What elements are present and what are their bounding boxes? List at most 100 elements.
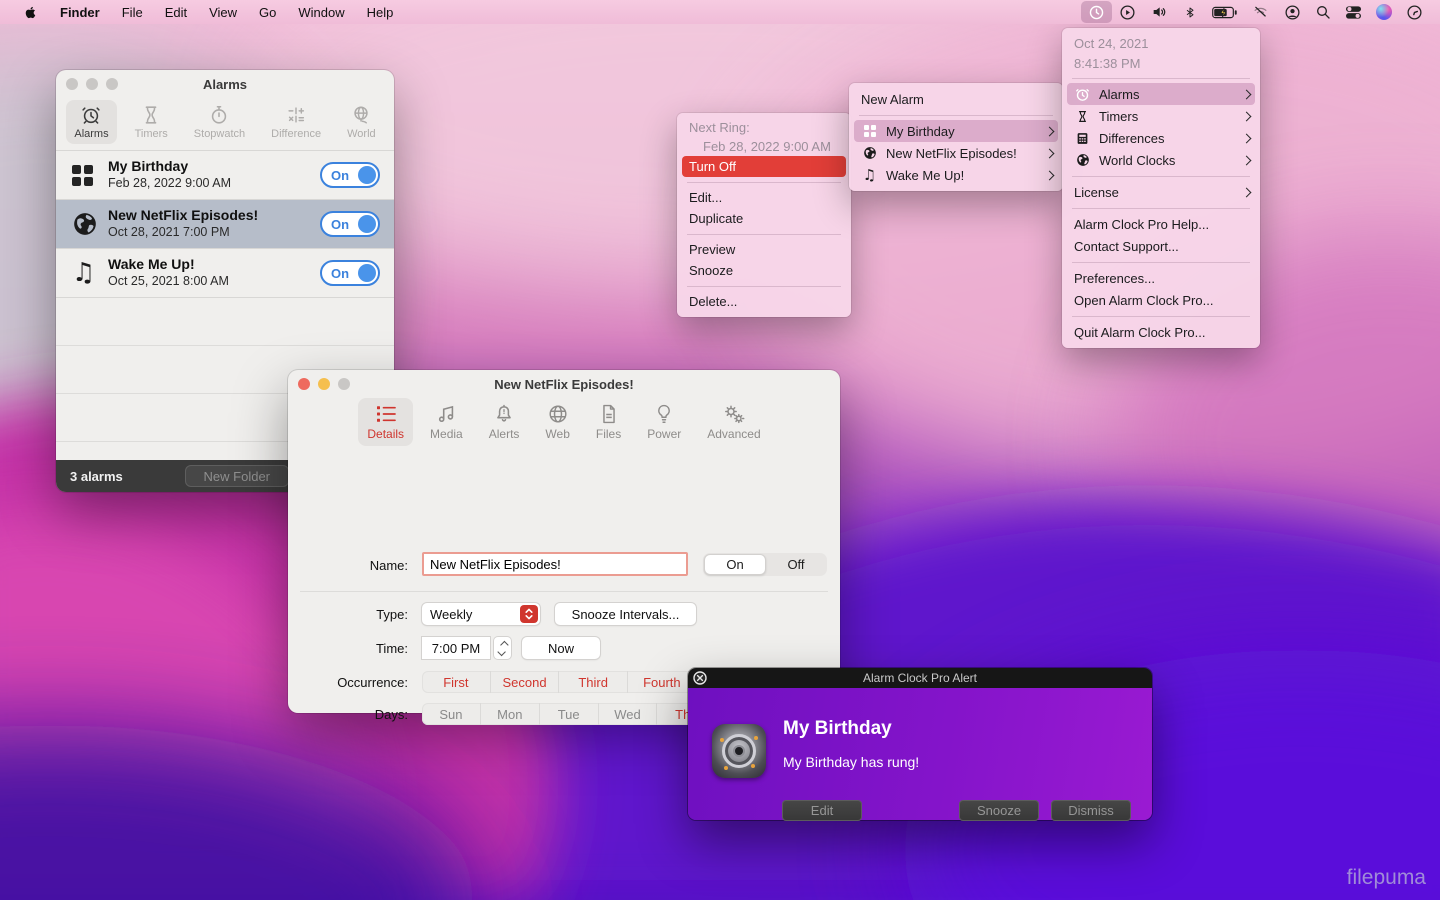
snooze-intervals-button[interactable]: Snooze Intervals...: [555, 603, 696, 625]
snooze-button[interactable]: Snooze: [959, 800, 1039, 821]
zoom-button[interactable]: [106, 78, 118, 90]
name-label: Name:: [369, 558, 408, 573]
zoom-button[interactable]: [338, 378, 350, 390]
menu-go[interactable]: Go: [248, 0, 287, 24]
menu-item-wake-me-up[interactable]: ♫ Wake Me Up!: [854, 164, 1058, 186]
alert-message: My Birthday has rung!: [783, 754, 920, 770]
apple-menu[interactable]: [12, 0, 49, 24]
tab-timers[interactable]: Timers: [127, 100, 176, 144]
name-input[interactable]: [422, 552, 688, 576]
chevron-right-icon: [1044, 126, 1055, 136]
occurrence-fourth[interactable]: Fourth: [627, 671, 696, 693]
volume-icon[interactable]: [1143, 1, 1175, 23]
tab-power[interactable]: Power: [638, 398, 690, 446]
days-label: Days:: [374, 707, 408, 722]
close-icon[interactable]: [693, 671, 707, 685]
search-icon[interactable]: [1308, 1, 1338, 23]
now-button[interactable]: Now: [522, 637, 600, 659]
wifi-off-icon[interactable]: [1244, 1, 1277, 23]
menu-item-differences[interactable]: Differences: [1067, 127, 1255, 149]
off-segment[interactable]: Off: [766, 554, 826, 575]
alarm-date: Feb 28, 2022 9:00 AM: [108, 175, 232, 190]
new-folder-button[interactable]: New Folder: [184, 465, 289, 487]
alarm-clock-menu-icon[interactable]: [1081, 1, 1112, 23]
close-button[interactable]: [66, 78, 78, 90]
menu-item-help[interactable]: Alarm Clock Pro Help...: [1062, 213, 1260, 235]
menu-item-preferences[interactable]: Preferences...: [1062, 267, 1260, 289]
menu-item-license[interactable]: License: [1062, 181, 1260, 203]
menu-item-world-clocks[interactable]: World Clocks: [1067, 149, 1255, 171]
tab-files[interactable]: Files: [587, 398, 630, 446]
menu-item-turn-off[interactable]: Turn Off: [682, 156, 846, 177]
clock-face-icon[interactable]: [1399, 1, 1430, 23]
menu-item-quit[interactable]: Quit Alarm Clock Pro...: [1062, 321, 1260, 343]
alarm-row-wake-me-up[interactable]: ♫ Wake Me Up! Oct 25, 2021 8:00 AM On: [56, 249, 394, 298]
tab-label: Advanced: [707, 427, 761, 441]
menu-item-preview[interactable]: Preview: [677, 239, 851, 260]
alert-titlebar[interactable]: Alarm Clock Pro Alert: [688, 668, 1152, 688]
type-popup[interactable]: Weekly: [422, 603, 540, 625]
tab-alarms[interactable]: Alarms: [66, 100, 117, 144]
minimize-button[interactable]: [318, 378, 330, 390]
tab-details[interactable]: Details: [358, 398, 414, 446]
globe-icon: [861, 146, 878, 160]
day-wed[interactable]: Wed: [597, 703, 657, 725]
toggle-knob: [358, 264, 376, 282]
menu-item-snooze[interactable]: Snooze: [677, 260, 851, 281]
tab-web[interactable]: Web: [536, 398, 578, 446]
alarm-row-netflix[interactable]: New NetFlix Episodes! Oct 28, 2021 7:00 …: [56, 200, 394, 249]
dismiss-button[interactable]: Dismiss: [1051, 800, 1131, 821]
time-stepper[interactable]: [494, 637, 511, 659]
tab-alerts[interactable]: Alerts: [480, 398, 529, 446]
menu-item-new-alarm[interactable]: New Alarm: [849, 88, 1063, 110]
battery-charging-icon[interactable]: [1205, 1, 1244, 23]
menu-file[interactable]: File: [111, 0, 154, 24]
close-button[interactable]: [298, 378, 310, 390]
tab-difference[interactable]: Difference: [263, 100, 329, 144]
menu-finder[interactable]: Finder: [49, 0, 111, 24]
menu-item-new-netflix[interactable]: New NetFlix Episodes!: [854, 142, 1058, 164]
occurrence-third[interactable]: Third: [558, 671, 627, 693]
tab-world[interactable]: World: [339, 100, 384, 144]
play-circle-icon[interactable]: [1112, 1, 1143, 23]
onoff-segmented[interactable]: On Off: [703, 553, 827, 576]
alarm-toggle[interactable]: On: [320, 162, 380, 188]
menu-separator: [859, 114, 1053, 116]
menu-item-edit[interactable]: Edit...: [677, 187, 851, 208]
siri-icon[interactable]: [1369, 1, 1399, 23]
bluetooth-icon[interactable]: [1175, 1, 1205, 23]
tab-stopwatch[interactable]: Stopwatch: [186, 100, 253, 144]
tab-advanced[interactable]: Advanced: [698, 398, 769, 446]
time-field[interactable]: 7:00 PM: [422, 637, 490, 659]
menu-edit[interactable]: Edit: [154, 0, 198, 24]
menu-item-timers[interactable]: Timers: [1067, 105, 1255, 127]
day-mon[interactable]: Mon: [479, 703, 539, 725]
alarm-toggle[interactable]: On: [320, 211, 380, 237]
alarm-toggle[interactable]: On: [320, 260, 380, 286]
tab-media[interactable]: Media: [421, 398, 472, 446]
edit-button[interactable]: Edit: [782, 800, 862, 821]
user-circle-icon[interactable]: [1277, 1, 1308, 23]
alarm-date: Oct 25, 2021 8:00 AM: [108, 273, 229, 288]
menu-item-alarms[interactable]: Alarms: [1067, 83, 1255, 105]
occurrence-first[interactable]: First: [422, 671, 490, 693]
alarm-clock-pro-app-icon: [712, 724, 766, 778]
control-center-icon[interactable]: [1338, 1, 1369, 23]
menu-view[interactable]: View: [198, 0, 248, 24]
menu-item-duplicate[interactable]: Duplicate: [677, 208, 851, 229]
occurrence-second[interactable]: Second: [489, 671, 559, 693]
day-tue[interactable]: Tue: [538, 703, 598, 725]
menu-item-delete[interactable]: Delete...: [677, 291, 851, 312]
menu-window[interactable]: Window: [287, 0, 355, 24]
menu-item-my-birthday[interactable]: My Birthday: [854, 120, 1058, 142]
day-sun[interactable]: Sun: [422, 703, 480, 725]
alarms-titlebar[interactable]: Alarms: [56, 70, 394, 98]
menu-help[interactable]: Help: [356, 0, 405, 24]
minimize-button[interactable]: [86, 78, 98, 90]
menu-item-open-app[interactable]: Open Alarm Clock Pro...: [1062, 289, 1260, 311]
alarm-row-my-birthday[interactable]: My Birthday Feb 28, 2022 9:00 AM On: [56, 151, 394, 200]
on-segment[interactable]: On: [704, 554, 766, 575]
menu-item-contact-support[interactable]: Contact Support...: [1062, 235, 1260, 257]
edit-titlebar[interactable]: New NetFlix Episodes!: [288, 370, 840, 398]
edit-toolbar: Details Media Alerts Web Files Power Adv…: [288, 398, 840, 452]
